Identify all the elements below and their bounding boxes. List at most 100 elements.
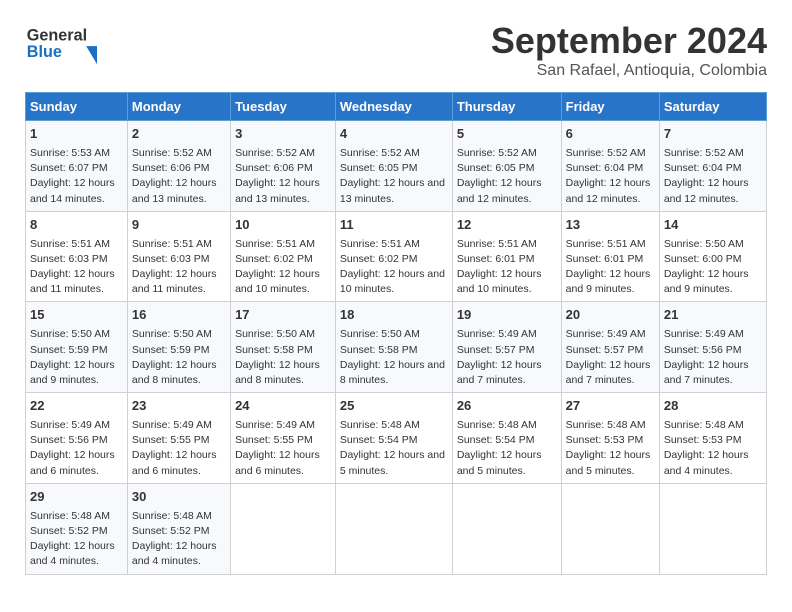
day-number: 29 xyxy=(30,488,123,507)
calendar-cell: 17Sunrise: 5:50 AMSunset: 5:58 PMDayligh… xyxy=(231,302,336,393)
sunset: Sunset: 6:04 PM xyxy=(664,162,742,174)
calendar-cell: 2Sunrise: 5:52 AMSunset: 6:06 PMDaylight… xyxy=(127,121,230,212)
sunset: Sunset: 6:02 PM xyxy=(235,253,313,265)
calendar-cell: 24Sunrise: 5:49 AMSunset: 5:55 PMDayligh… xyxy=(231,393,336,484)
col-header-tuesday: Tuesday xyxy=(231,93,336,121)
sunset: Sunset: 5:56 PM xyxy=(664,344,742,356)
svg-text:General: General xyxy=(27,27,87,45)
sunset: Sunset: 6:01 PM xyxy=(457,253,535,265)
col-header-friday: Friday xyxy=(561,93,659,121)
day-number: 3 xyxy=(235,125,331,144)
daylight: Daylight: 12 hours and 6 minutes. xyxy=(235,449,320,476)
sunset: Sunset: 6:06 PM xyxy=(235,162,313,174)
sunset: Sunset: 6:01 PM xyxy=(566,253,644,265)
week-row-1: 1Sunrise: 5:53 AMSunset: 6:07 PMDaylight… xyxy=(26,121,767,212)
calendar-cell: 19Sunrise: 5:49 AMSunset: 5:57 PMDayligh… xyxy=(452,302,561,393)
week-row-5: 29 Sunrise: 5:48 AM Sunset: 5:52 PM Dayligh… xyxy=(26,483,767,574)
day-number: 22 xyxy=(30,397,123,416)
day-number: 6 xyxy=(566,125,655,144)
day-number: 5 xyxy=(457,125,557,144)
day-number: 4 xyxy=(340,125,448,144)
calendar-cell: 28Sunrise: 5:48 AMSunset: 5:53 PMDayligh… xyxy=(659,393,766,484)
sunrise: Sunrise: 5:52 AM xyxy=(340,147,420,159)
sunset: Sunset: 5:53 PM xyxy=(664,434,742,446)
sunrise: Sunrise: 5:48 AM xyxy=(566,419,646,431)
week-row-3: 15Sunrise: 5:50 AMSunset: 5:59 PMDayligh… xyxy=(26,302,767,393)
sunrise: Sunrise: 5:49 AM xyxy=(664,328,744,340)
sunset: Sunset: 6:05 PM xyxy=(340,162,418,174)
daylight: Daylight: 12 hours and 8 minutes. xyxy=(340,359,445,386)
logo: General Blue xyxy=(25,20,115,65)
sunset: Sunset: 5:54 PM xyxy=(457,434,535,446)
day-number: 25 xyxy=(340,397,448,416)
sunset: Sunset: 5:55 PM xyxy=(132,434,210,446)
calendar-cell xyxy=(452,483,561,574)
calendar-cell: 4 Sunrise: 5:52 AM Sunset: 6:05 PM Daylight… xyxy=(335,121,452,212)
col-header-wednesday: Wednesday xyxy=(335,93,452,121)
sunset: Sunset: 5:57 PM xyxy=(566,344,644,356)
sunset: Sunset: 6:02 PM xyxy=(340,253,418,265)
calendar-cell xyxy=(561,483,659,574)
sunset: Sunset: 6:03 PM xyxy=(132,253,210,265)
calendar-cell xyxy=(659,483,766,574)
day-number: 18 xyxy=(340,306,448,325)
daylight: Daylight: 12 hours and 9 minutes. xyxy=(30,359,115,386)
col-header-saturday: Saturday xyxy=(659,93,766,121)
sunset: Sunset: 5:55 PM xyxy=(235,434,313,446)
title-block: September 2024 San Rafael, Antioquia, Co… xyxy=(491,20,767,80)
day-number: 14 xyxy=(664,216,762,235)
sunset: Sunset: 5:52 PM xyxy=(132,525,210,537)
day-number: 2 xyxy=(132,125,226,144)
calendar-cell: 22Sunrise: 5:49 AMSunset: 5:56 PMDayligh… xyxy=(26,393,128,484)
daylight: Daylight: 12 hours and 10 minutes. xyxy=(457,268,542,295)
page-title: September 2024 xyxy=(491,20,767,62)
day-number: 24 xyxy=(235,397,331,416)
sunrise: Sunrise: 5:49 AM xyxy=(566,328,646,340)
day-number: 11 xyxy=(340,216,448,235)
calendar-cell: 18Sunrise: 5:50 AMSunset: 5:58 PMDayligh… xyxy=(335,302,452,393)
calendar-cell: 14 Sunrise: 5:50 AM Sunset: 6:00 PM Dayligh… xyxy=(659,211,766,302)
calendar-cell: 25Sunrise: 5:48 AMSunset: 5:54 PMDayligh… xyxy=(335,393,452,484)
day-number: 30 xyxy=(132,488,226,507)
sunrise: Sunrise: 5:51 AM xyxy=(132,238,212,250)
sunrise: Sunrise: 5:51 AM xyxy=(235,238,315,250)
sunrise: Sunrise: 5:52 AM xyxy=(664,147,744,159)
sunset: Sunset: 6:03 PM xyxy=(30,253,108,265)
sunrise: Sunrise: 5:48 AM xyxy=(664,419,744,431)
sunset: Sunset: 6:04 PM xyxy=(566,162,644,174)
sunrise: Sunrise: 5:52 AM xyxy=(457,147,537,159)
sunrise: Sunrise: 5:51 AM xyxy=(566,238,646,250)
day-number: 17 xyxy=(235,306,331,325)
day-number: 7 xyxy=(664,125,762,144)
sunrise: Sunrise: 5:50 AM xyxy=(664,238,744,250)
daylight: Daylight: 12 hours and 12 minutes. xyxy=(566,177,651,204)
daylight: Daylight: 12 hours and 13 minutes. xyxy=(340,177,445,204)
daylight: Daylight: 12 hours and 9 minutes. xyxy=(664,268,749,295)
calendar-cell xyxy=(335,483,452,574)
sunrise: Sunrise: 5:48 AM xyxy=(132,510,212,522)
daylight: Daylight: 12 hours and 7 minutes. xyxy=(457,359,542,386)
daylight: Daylight: 12 hours and 7 minutes. xyxy=(566,359,651,386)
day-number: 16 xyxy=(132,306,226,325)
calendar-cell: 7Sunrise: 5:52 AMSunset: 6:04 PMDaylight… xyxy=(659,121,766,212)
day-number: 13 xyxy=(566,216,655,235)
daylight: Daylight: 12 hours and 4 minutes. xyxy=(664,449,749,476)
daylight: Daylight: 12 hours and 13 minutes. xyxy=(132,177,217,204)
daylight: Daylight: 12 hours and 4 minutes. xyxy=(30,540,115,567)
calendar-cell: 26Sunrise: 5:48 AMSunset: 5:54 PMDayligh… xyxy=(452,393,561,484)
daylight: Daylight: 12 hours and 10 minutes. xyxy=(340,268,445,295)
sunset: Sunset: 6:00 PM xyxy=(664,253,742,265)
daylight: Daylight: 12 hours and 14 minutes. xyxy=(30,177,115,204)
day-number: 23 xyxy=(132,397,226,416)
sunset: Sunset: 5:58 PM xyxy=(340,344,418,356)
calendar-cell: 29Sunrise: 5:48 AMSunset: 5:52 PMDayligh… xyxy=(26,483,128,574)
sunrise: Sunrise: 5:50 AM xyxy=(30,328,110,340)
calendar-cell: 23Sunrise: 5:49 AMSunset: 5:55 PMDayligh… xyxy=(127,393,230,484)
calendar-cell: 6Sunrise: 5:52 AMSunset: 6:04 PMDaylight… xyxy=(561,121,659,212)
day-number: 19 xyxy=(457,306,557,325)
calendar-cell: 5Sunrise: 5:52 AMSunset: 6:05 PMDaylight… xyxy=(452,121,561,212)
calendar-table: SundayMondayTuesdayWednesdayThursdayFrid… xyxy=(25,92,767,575)
day-number: 20 xyxy=(566,306,655,325)
daylight: Daylight: 12 hours and 8 minutes. xyxy=(132,359,217,386)
col-header-thursday: Thursday xyxy=(452,93,561,121)
